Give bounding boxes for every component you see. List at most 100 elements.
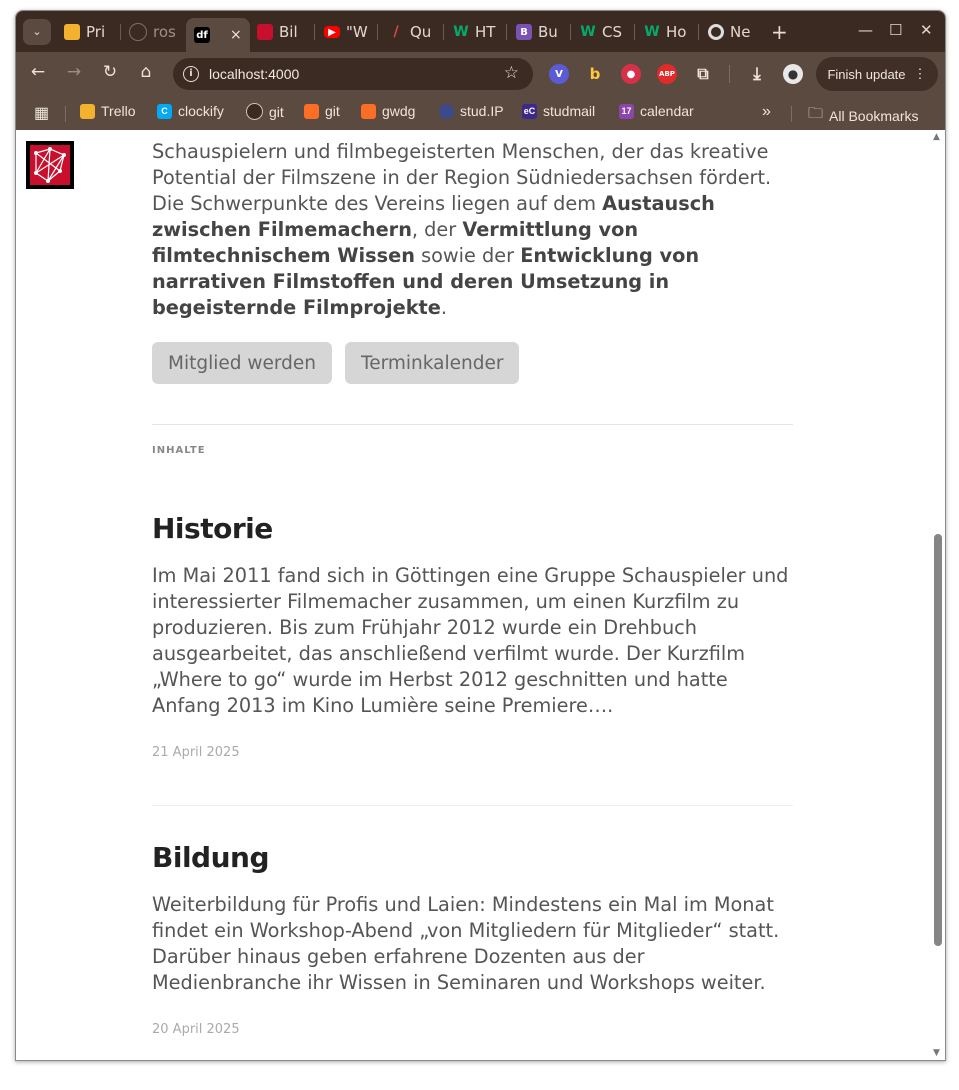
new-tab-button[interactable]: + (771, 20, 788, 44)
finish-update-button[interactable]: Finish update ⋮ (816, 57, 938, 91)
tab-title: Ho (666, 23, 687, 41)
bookmark-label: stud.IP (460, 103, 504, 119)
finish-update-label: Finish update (827, 66, 906, 82)
tab-title: Ne (730, 23, 751, 41)
intro-text: Schauspielern und filmbegeisterten Mensc… (152, 130, 793, 321)
home-icon[interactable]: ⌂ (134, 62, 158, 82)
maximize-icon[interactable]: ☐ (889, 21, 902, 39)
network-logo-icon (30, 145, 70, 185)
network-logo-icon (257, 24, 273, 40)
post-date: 21 April 2025 (152, 745, 240, 760)
site-info-icon[interactable]: i (183, 66, 199, 82)
calendar-icon: 17 (619, 103, 634, 119)
bookmark-label: gwdg (382, 103, 416, 119)
chrome-icon (708, 24, 724, 40)
post-title[interactable]: Historie (152, 512, 793, 545)
github-icon (246, 103, 263, 120)
tab-9[interactable]: W CS (580, 18, 630, 46)
bing-extension-icon[interactable]: b (585, 64, 605, 84)
tab-search-button[interactable]: ⌄ (23, 19, 51, 45)
intro-run: . (440, 296, 447, 319)
vpn-extension-icon[interactable]: V (549, 64, 569, 84)
github-icon (129, 23, 147, 41)
gitlab-icon (361, 103, 376, 119)
bookmark-trello[interactable]: Trello (80, 103, 136, 119)
tab-title: Bil (279, 23, 298, 41)
tab-7[interactable]: W HT (453, 18, 503, 46)
bookmark-star-icon[interactable]: ☆ (504, 63, 519, 83)
calendar-button[interactable]: Terminkalender (345, 342, 520, 384)
bookmark-clockify[interactable]: C clockify (157, 103, 224, 119)
post-date: 20 April 2025 (152, 1022, 240, 1037)
pen-icon: / (393, 24, 399, 40)
page-scrollbar[interactable]: ▲ ▼ (931, 130, 945, 1060)
bookmark-label: git (269, 103, 284, 120)
apps-grid-icon[interactable]: ▦ (34, 103, 49, 123)
scroll-down-arrow-icon[interactable]: ▼ (933, 1048, 940, 1058)
extensions-puzzle-icon[interactable]: ⧉ (693, 64, 713, 84)
all-bookmarks-label: All Bookmarks (829, 107, 919, 124)
post-excerpt: Im Mai 2011 fand sich in Göttingen eine … (152, 564, 789, 717)
profile-avatar-icon[interactable]: ● (783, 64, 803, 84)
clockify-icon: C (157, 103, 172, 119)
kebab-menu-icon: ⋮ (913, 66, 927, 81)
bookmark-studip[interactable]: stud.IP (439, 103, 504, 119)
download-icon[interactable]: ⤓ (747, 64, 767, 84)
w3schools-icon: W (644, 24, 660, 40)
browser-toolbar: ← → ↻ ⌂ i localhost:4000 ☆ V b ● ABP ⧉ ⤓… (16, 52, 945, 96)
tab-strip: ⌄ Pri ros df × Bil ▶ "W / Qu W HT B Bu W… (16, 11, 945, 52)
tab-2[interactable]: ros (129, 18, 185, 46)
tab-title: Qu (410, 23, 432, 41)
bookmark-label: git (325, 103, 340, 119)
tab-5[interactable]: ▶ "W (324, 18, 372, 46)
tab-11[interactable]: Ne (708, 18, 758, 46)
w3schools-icon: W (453, 24, 469, 40)
all-bookmarks-button[interactable]: 🗀 All Bookmarks (808, 103, 918, 128)
mail-icon: eC (522, 103, 537, 119)
post-title[interactable]: Bildung (152, 841, 793, 874)
tab-6[interactable]: / Qu (388, 18, 438, 46)
bookmark-git-gitlab[interactable]: git (304, 103, 340, 119)
bookmark-calendar[interactable]: 17 calendar (619, 103, 694, 119)
trello-icon (80, 103, 95, 119)
address-bar[interactable]: i localhost:4000 ☆ (173, 58, 533, 90)
main-content: Schauspielern und filmbegeisterten Mensc… (152, 130, 793, 1037)
record-extension-icon[interactable]: ● (621, 64, 641, 84)
post-excerpt: Weiterbildung für Profis und Laien: Mind… (152, 893, 780, 994)
chevron-down-icon: ⌄ (32, 25, 42, 38)
browser-window: ⌄ Pri ros df × Bil ▶ "W / Qu W HT B Bu W… (15, 10, 946, 1061)
bookmark-gwdg[interactable]: gwdg (361, 103, 415, 119)
reload-icon[interactable]: ↻ (98, 62, 122, 82)
close-tab-icon[interactable]: × (230, 27, 242, 43)
forward-arrow-icon[interactable]: → (62, 62, 86, 82)
tab-4[interactable]: Bil (257, 18, 309, 46)
trello-icon (64, 24, 80, 40)
back-arrow-icon[interactable]: ← (26, 62, 50, 82)
tab-active[interactable]: df × (186, 18, 250, 52)
bookmarks-bar: ▦ Trello C clockify git git gwdg stud.IP… (16, 96, 945, 130)
site-logo[interactable] (26, 141, 74, 189)
w3schools-icon: W (580, 24, 596, 40)
tab-title: CS (602, 23, 622, 41)
minimize-icon[interactable]: — (858, 21, 873, 39)
folder-icon: 🗀 (808, 105, 824, 122)
scroll-up-arrow-icon[interactable]: ▲ (933, 132, 940, 142)
tab-10[interactable]: W Ho (644, 18, 694, 46)
more-bookmarks-button[interactable]: » (762, 103, 771, 121)
tab-1[interactable]: Pri (64, 18, 116, 46)
tab-8[interactable]: B Bu (516, 18, 566, 46)
studip-icon (439, 103, 454, 119)
close-window-icon[interactable]: ✕ (920, 21, 933, 39)
join-button[interactable]: Mitglied werden (152, 342, 333, 384)
intro-run: sowie der (414, 244, 521, 267)
cta-buttons: Mitglied werden Terminkalender (152, 342, 793, 384)
scroll-thumb[interactable] (934, 534, 942, 946)
address-url[interactable]: localhost:4000 (209, 66, 299, 82)
intro-run: , der (411, 218, 463, 241)
youtube-icon: ▶ (324, 26, 340, 38)
section-label: INHALTE (152, 445, 206, 456)
post-item: Historie Im Mai 2011 fand sich in Göttin… (152, 512, 793, 760)
bookmark-git-github[interactable]: git (246, 103, 284, 120)
adblock-extension-icon[interactable]: ABP (657, 64, 677, 84)
bookmark-studmail[interactable]: eC studmail (522, 103, 595, 119)
